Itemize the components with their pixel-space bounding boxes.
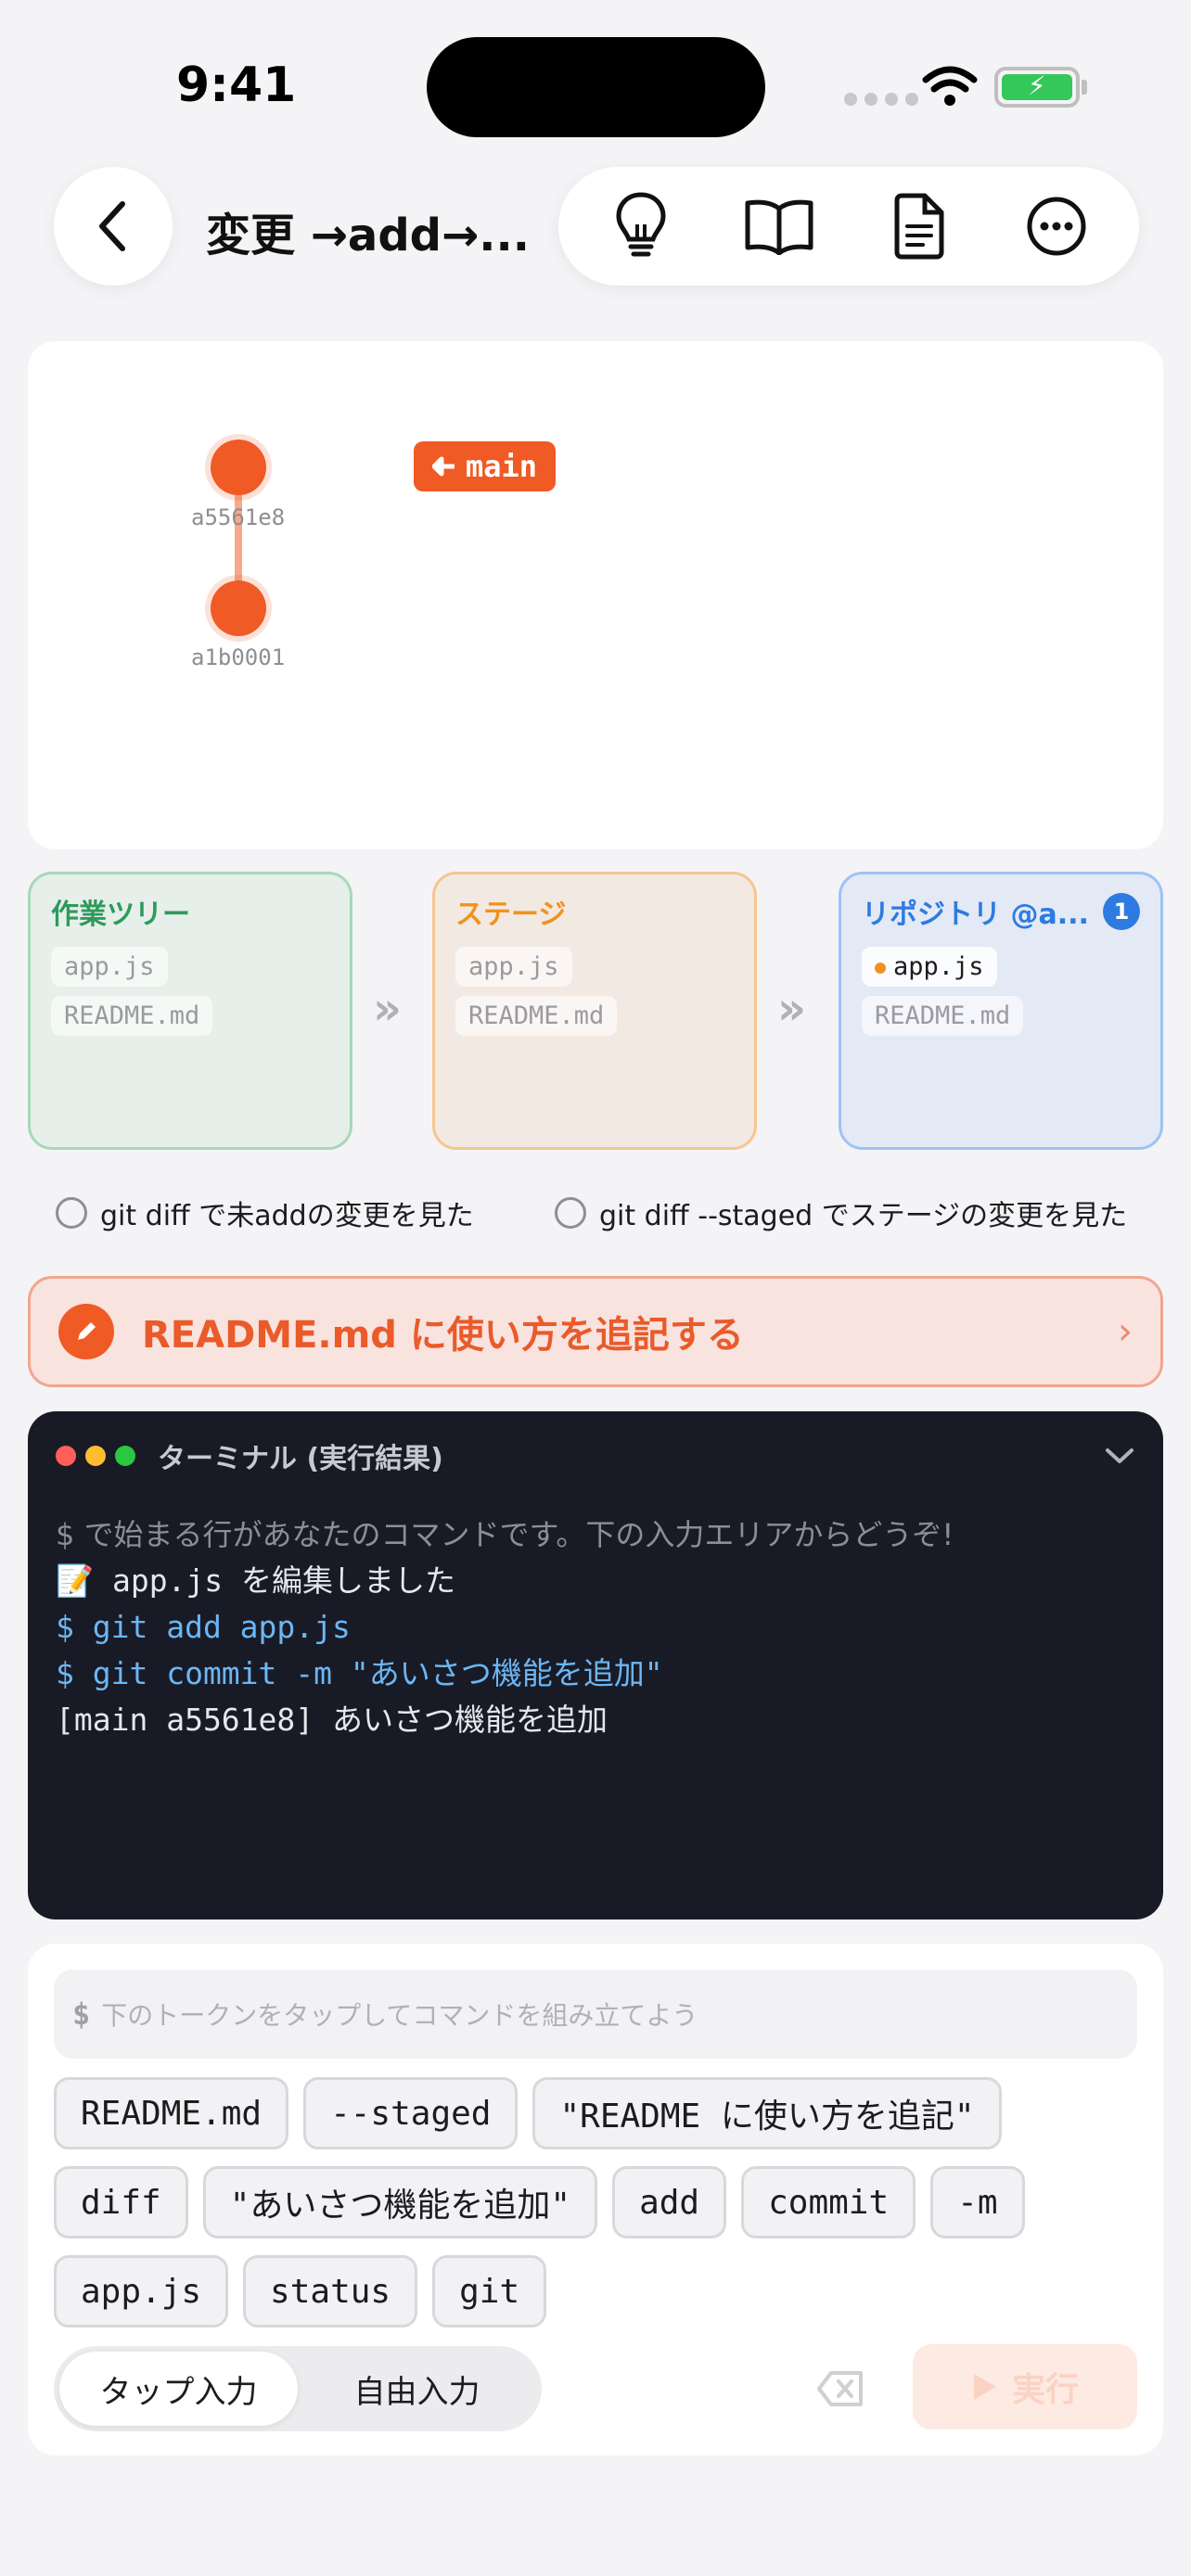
- back-button[interactable]: [54, 167, 173, 286]
- token-button[interactable]: README.md: [54, 2077, 289, 2149]
- area-title: 作業ツリー: [51, 899, 190, 931]
- dynamic-island: [427, 37, 765, 137]
- working-tree-area: 作業ツリー app.js README.md: [28, 872, 352, 1150]
- branch-name: main: [466, 449, 538, 484]
- file-chip: README.md: [862, 996, 1024, 1036]
- commit-count-badge: 1: [1103, 893, 1140, 930]
- repository-area: リポジトリ @a... 1 app.js README.md: [839, 872, 1163, 1150]
- task-label: README.md に使い方を追記する: [142, 1314, 744, 1357]
- input-mode-toggle: タップ入力 自由入力: [54, 2346, 542, 2431]
- checklist-label: git diff --staged でステージの変更を見た: [599, 1200, 1128, 1232]
- token-button[interactable]: "README に使い方を追記": [532, 2077, 1002, 2149]
- zoom-dot-icon: [115, 1446, 135, 1466]
- file-chip-modified: app.js: [862, 947, 997, 987]
- branch-tag: main: [414, 441, 557, 491]
- token-list: README.md --staged "README に使い方を追記" diff…: [54, 2077, 1139, 2327]
- flow-arrow: »: [777, 983, 807, 1035]
- battery-icon: ⚡: [994, 67, 1080, 108]
- commit-hash: a1b0001: [191, 644, 286, 670]
- token-button[interactable]: --staged: [303, 2077, 519, 2149]
- staging-area: ステージ app.js README.md: [432, 872, 757, 1150]
- area-title: ステージ: [455, 899, 567, 931]
- commit-node[interactable]: [211, 440, 266, 495]
- flow-arrow: »: [373, 983, 403, 1035]
- backspace-icon: [817, 2371, 863, 2406]
- token-button[interactable]: "あいさつ機能を追加": [202, 2166, 598, 2238]
- play-icon: [973, 2374, 996, 2400]
- terminal-line: $ git add app.js: [56, 1609, 351, 1645]
- document-icon: [894, 193, 944, 260]
- book-icon: [745, 199, 813, 255]
- close-dot-icon: [56, 1446, 76, 1466]
- file-chip: README.md: [51, 996, 213, 1036]
- file-chip: app.js: [51, 947, 168, 987]
- prompt-symbol: $: [72, 1996, 91, 2032]
- task-banner[interactable]: README.md に使い方を追記する ›: [28, 1276, 1163, 1387]
- terminal: ターミナル (実行結果) $ で始まる行があなたのコマンドです。下の入力エリアか…: [28, 1411, 1163, 1919]
- commit-node[interactable]: [211, 580, 266, 636]
- status-time: 9:41: [176, 57, 297, 113]
- checklist-item[interactable]: git diff --staged でステージの変更を見た: [555, 1192, 1127, 1233]
- wifi-icon: [922, 66, 978, 106]
- checklist-label: git diff で未addの変更を見た: [100, 1200, 474, 1232]
- file-chip: app.js: [455, 947, 572, 987]
- run-button[interactable]: 実行: [913, 2344, 1137, 2429]
- radio-circle-icon[interactable]: [56, 1197, 87, 1229]
- lightbulb-icon: [616, 192, 666, 257]
- more-icon: [1027, 197, 1086, 256]
- chevron-down-icon[interactable]: [1104, 1446, 1135, 1466]
- token-button[interactable]: commit: [741, 2166, 916, 2238]
- area-title: リポジトリ @a...: [862, 899, 1089, 931]
- hint-button[interactable]: [590, 175, 692, 277]
- cellular-signal-icon: [844, 93, 918, 106]
- notes-button[interactable]: [867, 175, 969, 277]
- terminal-line: $ git commit -m "あいさつ機能を追加": [56, 1655, 663, 1691]
- checklist-item[interactable]: git diff で未addの変更を見た: [56, 1192, 474, 1233]
- modified-dot-icon: [875, 962, 886, 974]
- file-name: app.js: [893, 952, 984, 981]
- commit-graph: [28, 341, 1163, 849]
- commit-hash: a5561e8: [191, 504, 286, 530]
- file-chip: README.md: [455, 996, 618, 1036]
- terminal-line: $ で始まる行があなたのコマンドです。下の入力エリアからどうぞ!: [56, 1517, 954, 1552]
- terminal-line: [main a5561e8] あいさつ機能を追加: [56, 1702, 608, 1738]
- chevron-left-icon: [99, 201, 125, 251]
- chevron-right-icon: ›: [1118, 1310, 1133, 1353]
- toolbar: [558, 167, 1139, 286]
- pencil-icon: [58, 1304, 114, 1359]
- token-button[interactable]: app.js: [54, 2255, 229, 2327]
- command-placeholder: 下のトークンをタップしてコマンドを組み立てよう: [101, 2000, 698, 2031]
- token-button[interactable]: add: [612, 2166, 727, 2238]
- run-label: 実行: [1011, 2371, 1079, 2409]
- arrow-left-icon: [432, 456, 455, 477]
- radio-circle-icon[interactable]: [555, 1197, 586, 1229]
- command-input[interactable]: $ 下のトークンをタップしてコマンドを組み立てよう: [54, 1970, 1137, 2059]
- token-button[interactable]: -m: [930, 2166, 1025, 2238]
- terminal-title: ターミナル (実行結果): [158, 1443, 443, 1475]
- minimize-dot-icon: [85, 1446, 106, 1466]
- token-button[interactable]: diff: [54, 2166, 188, 2238]
- terminal-line: 📝 app.js を編集しました: [56, 1562, 456, 1599]
- free-input-tab[interactable]: 自由入力: [298, 2352, 536, 2426]
- more-button[interactable]: [1005, 175, 1108, 277]
- guide-button[interactable]: [728, 175, 830, 277]
- backspace-button[interactable]: [801, 2355, 879, 2422]
- battery-cap: [1082, 80, 1087, 95]
- page-title: 変更 →add→...: [206, 210, 530, 261]
- token-button[interactable]: git: [432, 2255, 547, 2327]
- tap-input-tab[interactable]: タップ入力: [59, 2352, 298, 2426]
- token-button[interactable]: status: [243, 2255, 418, 2327]
